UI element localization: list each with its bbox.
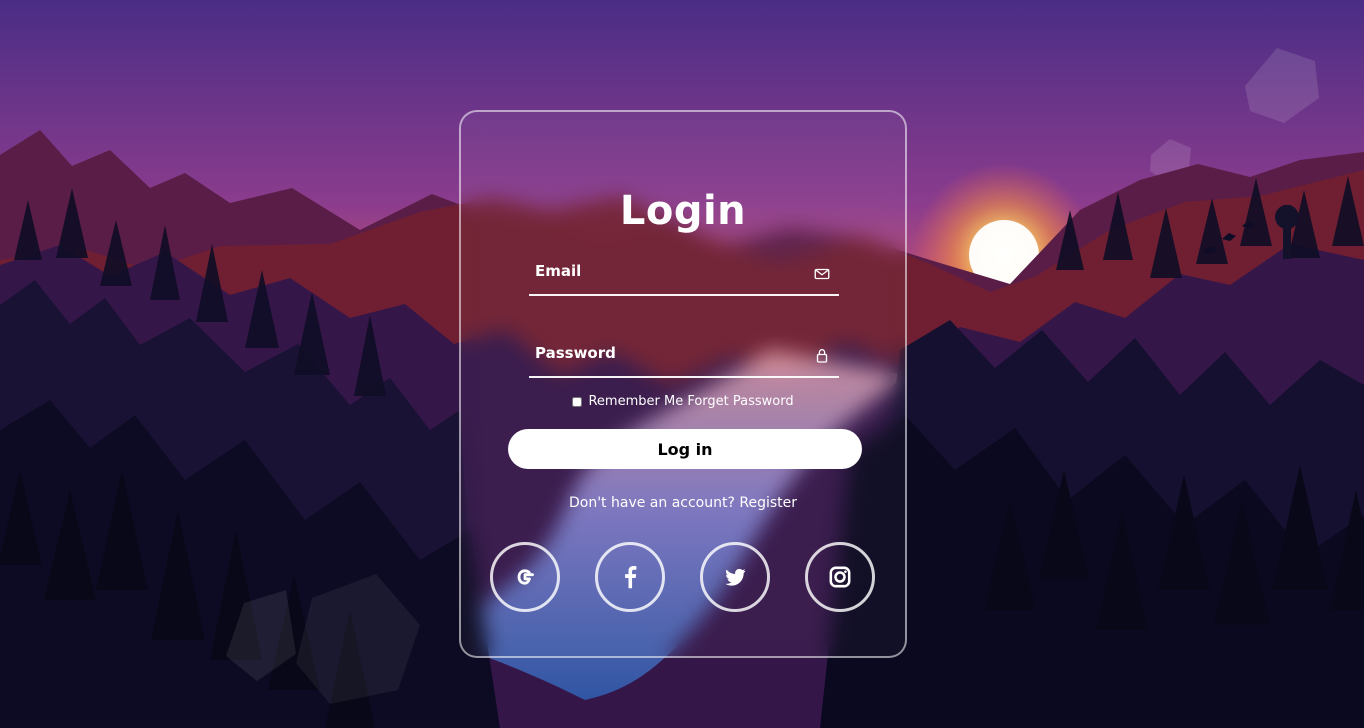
lock-icon: [816, 349, 828, 363]
facebook-icon: [625, 566, 637, 589]
login-title: Login: [619, 187, 747, 234]
facebook-login-button[interactable]: [595, 542, 665, 612]
remember-me-label[interactable]: Remember Me: [588, 394, 683, 409]
password-input[interactable]: [535, 338, 799, 368]
mail-icon: [814, 268, 830, 280]
twitter-login-button[interactable]: [700, 542, 770, 612]
email-field[interactable]: [529, 252, 839, 296]
social-login-group: [490, 542, 880, 616]
register-prompt: Don't have an account? Register: [461, 493, 905, 513]
forget-password-link[interactable]: Forget Password: [687, 394, 793, 409]
login-button[interactable]: Log in: [508, 429, 862, 469]
google-login-button[interactable]: [490, 542, 560, 612]
instagram-login-button[interactable]: [805, 542, 875, 612]
password-field[interactable]: [529, 334, 839, 378]
login-options: Remember Me Forget Password: [461, 393, 905, 412]
google-icon: [517, 569, 534, 585]
twitter-icon: [725, 568, 746, 586]
email-input[interactable]: [535, 256, 799, 286]
register-link[interactable]: Register: [739, 495, 797, 511]
instagram-icon: [829, 566, 851, 588]
login-card: Login Remember Me Forget Password Log in…: [459, 110, 907, 658]
remember-me-checkbox[interactable]: [572, 397, 583, 407]
no-account-text: Don't have an account?: [568, 495, 735, 511]
login-page: Login Remember Me Forget Password Log in…: [0, 0, 1364, 728]
